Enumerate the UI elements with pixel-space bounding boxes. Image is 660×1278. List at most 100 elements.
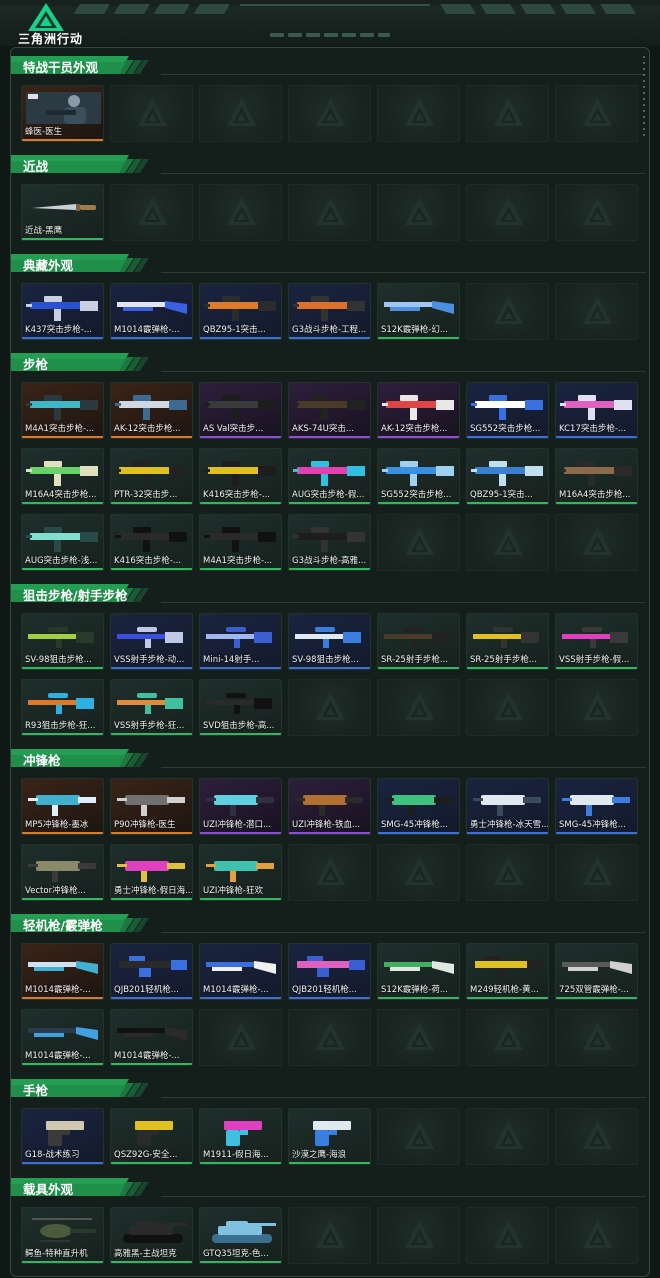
skin-tile[interactable]: UZI冲锋枪-铁血...: [288, 778, 371, 835]
section-title: 载具外观: [23, 1182, 74, 1197]
skin-tile[interactable]: SG552突击步枪...: [377, 448, 460, 505]
delta-placeholder-icon: [405, 1220, 434, 1248]
skin-tile[interactable]: VSS射手步枪-动...: [110, 613, 193, 670]
skin-name: K437突击步枪-...: [25, 325, 92, 335]
skin-tile[interactable]: 勇士冲锋枪-冰天雪...: [466, 778, 549, 835]
section-title: 特战干员外观: [23, 60, 99, 75]
skin-tile[interactable]: M4A1突击步枪-...: [199, 514, 282, 571]
rarity-bar: [556, 667, 637, 669]
empty-slot: [377, 514, 460, 571]
skin-tile[interactable]: AKS-74U突击...: [288, 382, 371, 439]
delta-placeholder-icon: [583, 527, 612, 555]
skin-tile[interactable]: G3战斗步枪-高雅...: [288, 514, 371, 571]
skin-tile[interactable]: KC17突击步枪-...: [555, 382, 638, 439]
skin-tile[interactable]: M1014霰弹枪-...: [21, 943, 104, 1000]
scrollbar[interactable]: [642, 56, 646, 1266]
skin-tile[interactable]: QJB201轻机枪...: [288, 943, 371, 1000]
skin-name: M4A1突击步枪-...: [203, 556, 273, 566]
skin-tile[interactable]: QBZ95-1突击...: [199, 283, 282, 340]
skin-tile[interactable]: S12K霰弹枪-幻...: [377, 283, 460, 340]
empty-slot: [555, 514, 638, 571]
section-title: 狙击步枪/射手步枪: [23, 588, 128, 603]
skin-art-icon: [28, 1027, 98, 1040]
skin-tile[interactable]: QJB201轻机枪...: [110, 943, 193, 1000]
skin-tile[interactable]: AUG突击步枪-假...: [288, 448, 371, 505]
skin-tile[interactable]: SV-98狙击步枪...: [288, 613, 371, 670]
section-title: 冲锋枪: [23, 753, 61, 768]
skin-tile[interactable]: 沙漠之鹰-海浪: [288, 1108, 371, 1165]
skin-tile[interactable]: VSS射手步枪-假...: [555, 613, 638, 670]
rarity-bar: [200, 997, 281, 999]
skin-tile[interactable]: MP5冲锋枪-墨冰: [21, 778, 104, 835]
top-bar: 三角洲行动: [0, 0, 660, 46]
delta-placeholder-icon: [583, 692, 612, 720]
rarity-bar: [22, 898, 103, 900]
skin-tile[interactable]: 蜂医-医生: [21, 85, 104, 142]
empty-slot: [199, 184, 282, 241]
skin-art-icon: [115, 395, 187, 420]
skin-tile[interactable]: M1014霰弹枪-...: [110, 1009, 193, 1066]
header-decoration: [0, 0, 660, 14]
skin-tile[interactable]: R93狙击步枪-狂...: [21, 679, 104, 736]
skin-tile[interactable]: K416突击步枪-...: [110, 514, 193, 571]
rarity-bar: [289, 1162, 370, 1164]
skin-tile[interactable]: SG552突击步枪...: [466, 382, 549, 439]
delta-placeholder-icon: [138, 98, 167, 126]
skin-tile[interactable]: K416突击步枪-...: [199, 448, 282, 505]
skin-tile[interactable]: K437突击步枪-...: [21, 283, 104, 340]
skin-name: M4A1突击步枪-...: [25, 424, 95, 434]
skin-tile[interactable]: SV-98狙击步枪...: [21, 613, 104, 670]
section-title: 典藏外观: [23, 258, 74, 273]
skin-tile[interactable]: G3战斗步枪-工程...: [288, 283, 371, 340]
skin-tile[interactable]: SVD狙击步枪-高...: [199, 679, 282, 736]
rarity-bar: [200, 898, 281, 900]
skin-tile[interactable]: QSZ92G-安全...: [110, 1108, 193, 1165]
skin-tile[interactable]: SMG-45冲锋枪...: [377, 778, 460, 835]
skin-tile[interactable]: AS Val突击步...: [199, 382, 282, 439]
skin-tile[interactable]: M16A4突击步枪...: [555, 448, 638, 505]
section-header: 近战: [11, 153, 156, 175]
skin-name: 沙漠之鹰-海浪: [292, 1150, 347, 1160]
skin-name: K416突击步枪-...: [114, 556, 181, 566]
delta-placeholder-icon: [494, 296, 523, 324]
skin-tile[interactable]: M1014霰弹枪-...: [199, 943, 282, 1000]
skin-art-icon: [293, 296, 365, 321]
skin-tile[interactable]: 勇士冲锋枪-假日海...: [110, 844, 193, 901]
skin-tile[interactable]: P90冲锋枪-医生: [110, 778, 193, 835]
skin-tile[interactable]: SR-25射手步枪...: [466, 613, 549, 670]
skin-tile[interactable]: AK-12突击步枪...: [377, 382, 460, 439]
skin-tile[interactable]: G18-战术练习: [21, 1108, 104, 1165]
skin-tile[interactable]: QBZ95-1突击...: [466, 448, 549, 505]
skin-name: QJB201轻机枪...: [292, 985, 357, 995]
skin-tile[interactable]: SR-25射手步枪...: [377, 613, 460, 670]
skin-tile[interactable]: Vector冲锋枪...: [21, 844, 104, 901]
skin-tile[interactable]: AUG突击步枪-浅...: [21, 514, 104, 571]
skin-tile[interactable]: PTR-32突击步...: [110, 448, 193, 505]
rarity-bar: [289, 436, 370, 438]
skin-tile[interactable]: Mini-14射手...: [199, 613, 282, 670]
skin-tile[interactable]: UZI冲锋枪-狂欢: [199, 844, 282, 901]
skin-tile[interactable]: 725双管霰弹枪-...: [555, 943, 638, 1000]
skin-tile[interactable]: M1014霰弹枪-...: [110, 283, 193, 340]
skin-tile[interactable]: 近战-黑鹰: [21, 184, 104, 241]
skin-name: G3战斗步枪-工程...: [292, 325, 367, 335]
skin-art-icon: [46, 1121, 84, 1146]
delta-placeholder-icon: [405, 1022, 434, 1050]
skin-tile[interactable]: VSS射手步枪-狂...: [110, 679, 193, 736]
skin-tile[interactable]: UZI冲锋枪-潜口...: [199, 778, 282, 835]
skin-tile[interactable]: GTQ35坦克-色...: [199, 1207, 282, 1264]
rarity-bar: [200, 832, 281, 834]
skin-tile[interactable]: 高雅黑-主战坦克: [110, 1207, 193, 1264]
skin-tile[interactable]: M1911-假日海...: [199, 1108, 282, 1165]
skin-tile[interactable]: M16A4突击步枪...: [21, 448, 104, 505]
section-header: 轻机枪/霰弹枪: [11, 912, 156, 934]
scrollbar-dot: [643, 110, 645, 112]
skin-tile[interactable]: M249轻机枪-黄...: [466, 943, 549, 1000]
skin-tile[interactable]: 鳄鱼-特种直升机: [21, 1207, 104, 1264]
skin-tile[interactable]: M4A1突击步枪-...: [21, 382, 104, 439]
skin-tile[interactable]: SMG-45冲锋枪...: [555, 778, 638, 835]
skin-tile[interactable]: S12K霰弹枪-荷...: [377, 943, 460, 1000]
skin-tile[interactable]: M1014霰弹枪-...: [21, 1009, 104, 1066]
skin-tile[interactable]: AK-12突击步枪...: [110, 382, 193, 439]
empty-slot: [555, 1207, 638, 1264]
